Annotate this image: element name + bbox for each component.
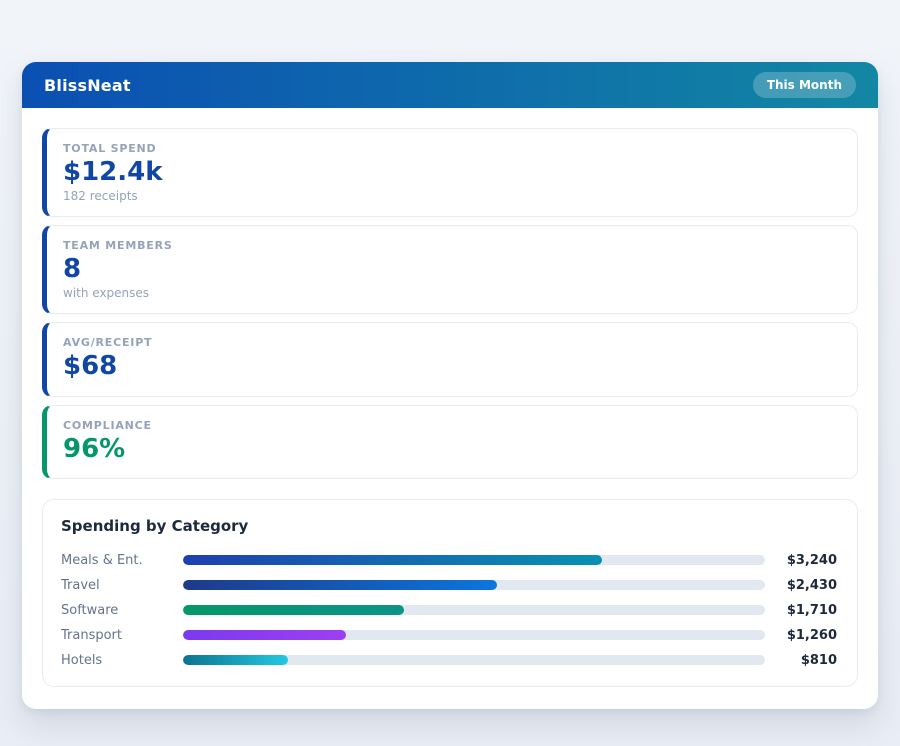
app-title: BlissNeat <box>44 76 131 95</box>
stat-label: TOTAL SPEND <box>63 142 841 155</box>
category-value: $2,430 <box>765 578 837 593</box>
category-value: $1,710 <box>765 603 837 618</box>
category-label: Hotels <box>61 653 183 668</box>
stat-value: $12.4k <box>63 157 841 188</box>
stat-label: TEAM MEMBERS <box>63 239 841 252</box>
category-bar-fill <box>183 630 346 640</box>
category-bar-fill <box>183 580 497 590</box>
category-bar-track <box>183 630 765 640</box>
category-value: $810 <box>765 653 837 668</box>
stat-label: AVG/RECEIPT <box>63 336 841 349</box>
category-bar-track <box>183 655 765 665</box>
category-bar-fill <box>183 655 288 665</box>
category-bar-track <box>183 555 765 565</box>
stat-value: $68 <box>63 351 841 382</box>
dashboard-panel: BlissNeat This Month TOTAL SPEND $12.4k … <box>22 62 878 709</box>
stat-card-avg-receipt: AVG/RECEIPT $68 <box>42 322 858 396</box>
category-row-hotels: Hotels $810 <box>61 648 837 673</box>
category-value: $1,260 <box>765 628 837 643</box>
stat-card-total-spend: TOTAL SPEND $12.4k 182 receipts <box>42 128 858 217</box>
category-row-software: Software $1,710 <box>61 598 837 623</box>
stat-subtitle: 182 receipts <box>63 189 841 203</box>
period-badge[interactable]: This Month <box>753 72 856 98</box>
category-value: $3,240 <box>765 553 837 568</box>
category-label: Software <box>61 603 183 618</box>
category-row-transport: Transport $1,260 <box>61 623 837 648</box>
category-label: Travel <box>61 578 183 593</box>
category-bar-fill <box>183 605 404 615</box>
stat-card-compliance: COMPLIANCE 96% <box>42 405 858 479</box>
stat-subtitle: with expenses <box>63 286 841 300</box>
stat-label: COMPLIANCE <box>63 419 841 432</box>
chart-title: Spending by Category <box>61 517 837 535</box>
spending-by-category-card: Spending by Category Meals & Ent. $3,240… <box>42 499 858 687</box>
app-header: BlissNeat This Month <box>22 62 878 108</box>
stat-value: 96% <box>63 434 841 465</box>
category-label: Transport <box>61 628 183 643</box>
category-row-travel: Travel $2,430 <box>61 573 837 598</box>
category-bar-track <box>183 580 765 590</box>
category-label: Meals & Ent. <box>61 553 183 568</box>
page-background: BlissNeat This Month TOTAL SPEND $12.4k … <box>0 0 900 746</box>
stats-section: TOTAL SPEND $12.4k 182 receipts TEAM MEM… <box>22 108 878 479</box>
category-bar-track <box>183 605 765 615</box>
category-bar-fill <box>183 555 602 565</box>
category-row-meals: Meals & Ent. $3,240 <box>61 548 837 573</box>
stat-value: 8 <box>63 254 841 285</box>
stat-card-team-members: TEAM MEMBERS 8 with expenses <box>42 225 858 314</box>
